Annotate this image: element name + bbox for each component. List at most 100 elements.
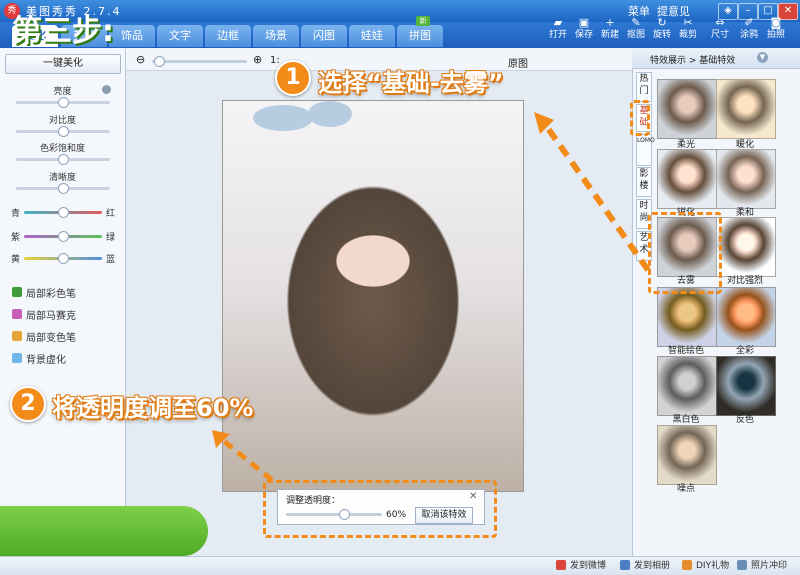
plus-icon: + (605, 16, 615, 29)
zoom-ratio: 1: (270, 55, 280, 66)
gift-icon (682, 560, 692, 570)
purple-green-slider[interactable] (24, 231, 102, 242)
tab-accessories[interactable]: 饰品 (109, 25, 155, 47)
color-pen-icon (12, 287, 22, 297)
crop-button[interactable]: ✂ 裁剪 (677, 16, 699, 41)
zoom-in-icon[interactable]: ⊕ (253, 53, 262, 66)
vtab-hot[interactable]: 热门 (636, 72, 652, 102)
cutout-button[interactable]: ✎ 抠图 (625, 16, 647, 41)
effect-thumb-full-color[interactable] (716, 287, 776, 347)
local-color-pen-link[interactable]: 局部彩色笔 (26, 285, 76, 300)
rotate-icon: ↻ (657, 16, 667, 29)
folder-icon: ▰ (553, 16, 563, 29)
brush-icon: ✐ (744, 16, 754, 29)
hair-bow (253, 105, 313, 131)
step2-instruction: 将透明度调至60% (52, 394, 254, 422)
effect-thumb-sharpen[interactable] (657, 149, 717, 209)
camera-button[interactable]: ◙ 拍照 (765, 16, 787, 41)
disk-icon: ▣ (578, 16, 590, 29)
print-icon (737, 560, 747, 570)
resize-button[interactable]: ⇔ 尺寸 (709, 16, 731, 41)
saturation-slider[interactable] (16, 154, 110, 165)
step2-number-badge: 2 (10, 386, 46, 422)
cyan-red-slider[interactable] (24, 207, 102, 218)
reset-icon[interactable] (102, 85, 111, 94)
background-blur-link[interactable]: 背景虚化 (26, 351, 66, 366)
green-label: 绿 (106, 233, 116, 243)
sharpness-knob[interactable] (58, 183, 69, 194)
step1-number-badge: 1 (275, 60, 311, 96)
effect-thumb-smart-color[interactable] (657, 287, 717, 347)
purple-green-knob[interactable] (58, 231, 69, 242)
effect-thumb-invert[interactable] (716, 356, 776, 416)
effect-label-full-color: 全彩 (735, 346, 754, 356)
scissors-icon: ✂ (683, 16, 693, 29)
auto-beautify-button[interactable]: 一键美化 (5, 54, 121, 74)
saturation-label: 色彩饱和度 (39, 144, 85, 154)
zoom-slider[interactable] (152, 56, 247, 67)
step2-arrow (212, 430, 274, 482)
effect-thumb-soft[interactable] (716, 149, 776, 209)
contrast-label: 对比度 (48, 116, 76, 126)
original-view-button[interactable]: 原图 (508, 55, 528, 70)
step-banner (0, 506, 208, 556)
sharpness-label: 清晰度 (48, 173, 76, 183)
doodle-button[interactable]: ✐ 涂鸦 (738, 16, 760, 41)
step1-instruction: 选择“基础-去雾” (318, 69, 504, 97)
save-button[interactable]: ▣ 保存 (573, 16, 595, 41)
cutout-icon: ✎ (631, 16, 641, 29)
contrast-slider[interactable] (16, 126, 110, 137)
rotate-button[interactable]: ↻ 旋转 (651, 16, 673, 41)
tab-flash[interactable]: 闪图 (301, 25, 347, 47)
brightness-knob[interactable] (58, 97, 69, 108)
effect-thumb-high-contrast[interactable] (716, 217, 776, 277)
new-button[interactable]: + 新建 (599, 16, 621, 41)
effect-label-smart-color: 智能绘色 (667, 346, 704, 356)
yellow-blue-knob[interactable] (58, 253, 69, 264)
zoom-out-icon[interactable]: ⊖ (136, 53, 145, 66)
status-bar (0, 556, 800, 575)
highlight-opacity-dialog (263, 480, 497, 538)
mosaic-icon (12, 309, 22, 319)
blue-label: 蓝 (106, 255, 116, 265)
brightness-slider[interactable] (16, 97, 110, 108)
step1-arrow (534, 112, 651, 272)
effect-thumb-softlight[interactable] (657, 79, 717, 139)
tab-scene[interactable]: 场景 (253, 25, 299, 47)
tab-doll[interactable]: 娃娃 (349, 25, 395, 47)
sharpness-slider[interactable] (16, 183, 110, 194)
effect-thumb-noise[interactable] (657, 425, 717, 485)
contrast-knob[interactable] (58, 126, 69, 137)
yellow-blue-slider[interactable] (24, 253, 102, 264)
effect-thumb-black-white[interactable] (657, 356, 717, 416)
share-weibo-link[interactable]: 发到微博 (570, 558, 606, 571)
highlight-dehaze-effect (648, 212, 722, 294)
photo-print-link[interactable]: 照片冲印 (751, 558, 787, 571)
tab-text[interactable]: 文字 (157, 25, 203, 47)
resize-icon: ⇔ (715, 16, 725, 29)
tab-frame[interactable]: 边框 (205, 25, 251, 47)
effect-thumb-warm[interactable] (716, 79, 776, 139)
cyan-red-knob[interactable] (58, 207, 69, 218)
recolor-pen-icon (12, 331, 22, 341)
tab-collage[interactable]: 拼图 (397, 25, 443, 47)
effect-label-black-white: 黑白色 (672, 415, 700, 425)
weibo-icon (556, 560, 566, 570)
effect-label-invert: 反色 (735, 415, 754, 425)
camera-icon: ◙ (770, 16, 782, 29)
local-mosaic-link[interactable]: 局部马赛克 (26, 307, 76, 322)
effect-label-noise: 噪点 (676, 484, 695, 494)
new-badge: 新 (416, 16, 430, 26)
chevron-down-icon[interactable]: ▼ (757, 52, 768, 63)
album-icon (620, 560, 630, 570)
blur-icon (12, 353, 22, 363)
open-button[interactable]: ▰ 打开 (547, 16, 569, 41)
saturation-knob[interactable] (58, 154, 69, 165)
zoom-knob[interactable] (154, 56, 165, 67)
cyan-label: 青 (11, 209, 21, 219)
local-recolor-pen-link[interactable]: 局部变色笔 (26, 329, 76, 344)
share-album-link[interactable]: 发到相册 (634, 558, 670, 571)
diy-gift-link[interactable]: DIY礼物 (696, 558, 729, 571)
step-title: 第三步: (12, 14, 114, 49)
yellow-label: 黄 (11, 255, 21, 265)
